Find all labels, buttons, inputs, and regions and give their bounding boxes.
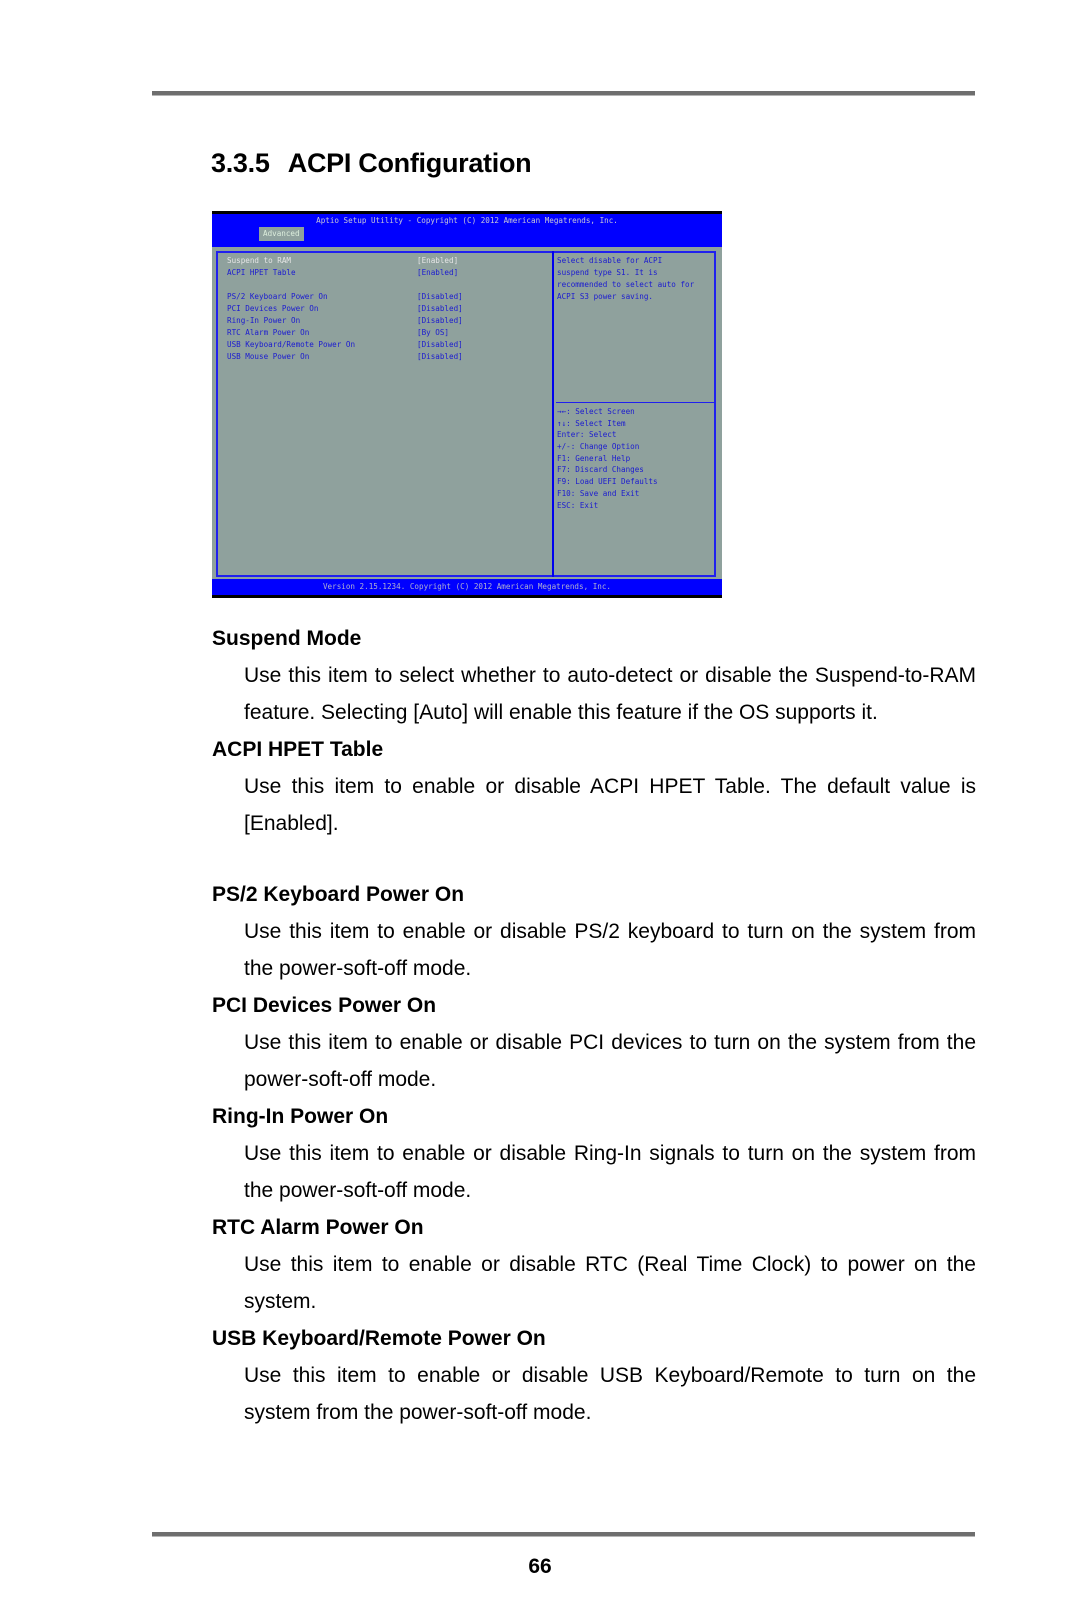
bios-key-discard: F7: Discard Changes [557, 465, 644, 475]
bios-help-line: suspend type S1. It is [557, 268, 658, 277]
description-text: Use this item to enable or disable PS/2 … [244, 920, 976, 980]
bios-setting-value[interactable]: [Disabled] [417, 291, 463, 303]
description-heading: ACPI HPET Table [212, 738, 384, 761]
section-title-text: ACPI Configuration [287, 148, 532, 178]
bios-help-panel: Select disable for ACPI suspend type S1.… [557, 255, 694, 303]
bios-setting-label: Ring-In Power On [227, 316, 301, 325]
bios-key-enter: Enter: Select [557, 430, 617, 440]
bios-setting-value[interactable]: [Disabled] [417, 339, 463, 351]
bios-key-select-item: ↑↓: Select Item [557, 418, 626, 428]
bios-setting-label: RTC Alarm Power On [227, 328, 310, 337]
bios-header-bar: Aptio Setup Utility - Copyright (C) 2012… [212, 211, 722, 247]
page-number: 66 [528, 1555, 552, 1578]
description-text: Use this item to select whether to auto-… [244, 664, 976, 724]
bios-footer: Version 2.15.1234. Copyright (C) 2012 Am… [212, 579, 722, 598]
bios-setting-label: Suspend to RAM [227, 256, 292, 265]
description-ring-in-power-on: Ring-In Power On Use this item to enable… [212, 1098, 976, 1209]
bios-header-text: Aptio Setup Utility - Copyright (C) 2012… [316, 216, 618, 225]
description-acpi-hpet-table: ACPI HPET Table Use this item to enable … [212, 731, 976, 842]
bios-key-change-option: +/-: Change Option [557, 442, 640, 452]
bios-setting-label: USB Keyboard/Remote Power On [227, 340, 356, 349]
description-heading: USB Keyboard/Remote Power On [212, 1327, 546, 1350]
bios-key-save-exit: F10: Save and Exit [557, 488, 640, 498]
bios-setting-label: ACPI HPET Table [227, 268, 296, 277]
description-ps2-keyboard-power-on: PS/2 Keyboard Power On Use this item to … [212, 876, 976, 987]
description-rtc-alarm-power-on: RTC Alarm Power On Use this item to enab… [212, 1209, 976, 1320]
description-heading: PS/2 Keyboard Power On [212, 883, 465, 906]
description-usb-keyboard-remote-power-on: USB Keyboard/Remote Power On Use this it… [212, 1320, 976, 1431]
section-number: 3.3.5 [211, 148, 270, 178]
bios-vertical-divider [552, 251, 554, 577]
description-heading: PCI Devices Power On [212, 994, 437, 1017]
descriptions: Suspend Mode Use this item to select whe… [212, 620, 976, 1431]
description-heading: Suspend Mode [212, 627, 362, 650]
bios-screenshot: Aptio Setup Utility - Copyright (C) 2012… [212, 211, 722, 598]
description-heading: RTC Alarm Power On [212, 1216, 424, 1239]
bios-setting-value[interactable]: [Disabled] [417, 351, 463, 363]
description-text: Use this item to enable or disable ACPI … [244, 775, 976, 835]
description-suspend-mode: Suspend Mode Use this item to select whe… [212, 620, 976, 731]
bios-help-line: recommended to select auto for [557, 280, 695, 289]
bios-help-divider [556, 402, 714, 403]
bios-key-load-defaults: F9: Load UEFI Defaults [557, 477, 658, 487]
bios-key-legend: →←: Select Screen ↑↓: Select Item Enter:… [557, 406, 658, 511]
bios-key-general-help: F1: General Help [557, 453, 631, 463]
bios-setting-label: USB Mouse Power On [227, 352, 310, 361]
bios-setting-value[interactable]: [Enabled] [417, 267, 458, 279]
bios-setting-value[interactable]: [Disabled] [417, 303, 463, 315]
bios-setting-value[interactable]: [By OS] [417, 327, 449, 339]
description-pci-devices-power-on: PCI Devices Power On Use this item to en… [212, 987, 976, 1098]
bios-help-line: ACPI S3 power saving. [557, 292, 654, 301]
description-text: Use this item to enable or disable Ring-… [244, 1142, 976, 1202]
description-heading: Ring-In Power On [212, 1105, 389, 1128]
header-rule [152, 91, 975, 96]
section-title: 3.3.5 ACPI Configuration [211, 148, 532, 179]
description-text: Use this item to enable or disable PCI d… [244, 1031, 976, 1091]
bios-setting-value[interactable]: [Disabled] [417, 315, 463, 327]
description-text: Use this item to enable or disable RTC (… [244, 1253, 976, 1313]
bios-tab-advanced[interactable]: Advanced [259, 227, 304, 241]
description-text: Use this item to enable or disable USB K… [244, 1364, 976, 1424]
footer-rule [152, 1532, 975, 1537]
bios-help-line: Select disable for ACPI [557, 256, 663, 265]
bios-setting-label: PCI Devices Power On [227, 304, 319, 313]
bios-key-esc: ESC: Exit [557, 500, 599, 510]
bios-setting-label: PS/2 Keyboard Power On [227, 292, 328, 301]
bios-setting-value[interactable]: [Enabled] [417, 255, 458, 267]
bios-key-select-screen: →←: Select Screen [557, 407, 635, 416]
